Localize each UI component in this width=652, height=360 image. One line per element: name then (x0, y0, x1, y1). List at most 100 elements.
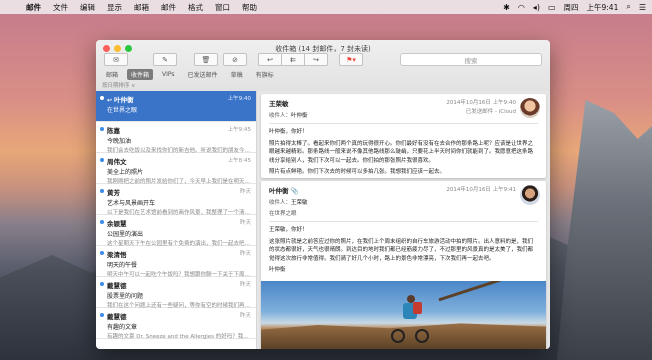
fav-inbox[interactable]: 收件箱 (127, 68, 154, 80)
attached-photo[interactable] (261, 281, 546, 349)
fav-drafts[interactable]: 草稿 (227, 69, 247, 80)
item-date: 上午8:45 (227, 158, 251, 164)
body-greeting: 叶仲衡，你好！ (269, 129, 308, 135)
body-closing: 照片有点鲜艳。你们下次去的时候可以多拍几张。我想我们应该一起去。 (269, 169, 446, 175)
list-item[interactable]: 余颖慧 昨天 公园里的演出 这个星期天下午在公园里有个免费的演出，我们一起去吧，… (96, 215, 256, 247)
list-item[interactable]: 陈嘉 上午9:45 今晚加油 我们会去吃饭以及来找你们的新吉他。听说我们的朋友今… (96, 122, 256, 154)
message-account: 已发送邮件 - iCloud (465, 109, 516, 115)
attachment-icon: 📎 (290, 187, 299, 195)
item-subject: 今晚加油 (107, 138, 132, 145)
body-text: 照片拍得太棒了。看起来你们两个真的玩得很开心。你们最好有没有在去合作的那条路上呢… (269, 140, 534, 164)
unread-dot (100, 282, 104, 286)
item-preview: 有趣的文章 Dr. Sneeze and the Allergies 的好吗？我… (107, 334, 251, 340)
list-item[interactable]: 戴慧德 昨天 股票里的问题 我们在这个问题上还有一些疑问，等你有空的时候我们再讨… (96, 277, 256, 309)
avatar (520, 98, 540, 118)
menu-app[interactable]: 邮件 (20, 2, 47, 13)
menu-help[interactable]: 帮助 (236, 2, 263, 13)
forward-button[interactable]: ↪ (304, 53, 328, 66)
from-name: 叶仲衡 (269, 187, 289, 195)
message-header: 王荣敏 收件人：叶仲衡 2014年10月16日 上午9:40 已发送邮件 - i… (261, 94, 546, 123)
toolbar: ✉ ✎ 🗑 ⊘ ↩ ⇇ ↪ ⚑▾ (104, 53, 363, 66)
item-date: 昨天 (239, 282, 251, 288)
volume-icon[interactable]: ◂) (533, 3, 540, 12)
menu-format[interactable]: 格式 (182, 2, 209, 13)
clock-time[interactable]: 上午9:41 (587, 2, 619, 13)
message-subject: 在世界之眼 (269, 211, 297, 217)
message-card: 王荣敏 收件人：叶仲衡 2014年10月16日 上午9:40 已发送邮件 - i… (261, 94, 546, 178)
get-mail-button[interactable]: ✉ (104, 53, 128, 66)
junk-button[interactable]: ⊘ (223, 53, 247, 66)
unread-dot (100, 189, 104, 193)
menu-edit[interactable]: 编辑 (74, 2, 101, 13)
trash-icon: 🗑 (201, 55, 211, 64)
compose-button[interactable]: ✎ (153, 53, 177, 66)
item-date: 昨天 (239, 189, 251, 195)
bluetooth-icon[interactable]: ✱ (503, 3, 510, 12)
reply-all-button[interactable]: ⇇ (281, 53, 305, 66)
fav-flagged[interactable]: 有旗标 (252, 69, 278, 80)
item-subject: 有趣的文章 (107, 324, 138, 331)
item-date: 上午9:45 (227, 127, 251, 133)
reply-button[interactable]: ↩ (258, 53, 282, 66)
body-greeting: 王荣敏，你好！ (269, 227, 308, 233)
unread-dot (100, 251, 104, 255)
item-subject: 艺术与风景画开车 (107, 200, 156, 207)
wifi-icon[interactable]: ◠ (518, 3, 525, 12)
list-item[interactable]: 周伟文 上午8:45 美全上的照片 我刚刚把之前的照片发给你们了，今天早上我们是… (96, 153, 256, 185)
body-text: 这张照片就是之前答应过你的照片，在我们上个周末组织的自行车旅游活动中拍的照片。出… (269, 238, 534, 262)
menu-window[interactable]: 窗口 (209, 2, 236, 13)
menu-mailbox[interactable]: 邮箱 (128, 2, 155, 13)
item-sender: 叶仲衡 (114, 96, 134, 104)
reply-group: ↩ ⇇ ↪ (258, 53, 328, 66)
menu-view[interactable]: 显示 (101, 2, 128, 13)
battery-icon[interactable]: ▭ (548, 3, 556, 12)
status-area: ✱ ◠ ◂) ▭ 周四 上午9:41 ⌕ ☰ (503, 2, 652, 13)
to-name[interactable]: 王荣敏 (291, 200, 308, 206)
fav-sent[interactable]: 已发送邮件 (184, 69, 222, 80)
envelope-icon: ✉ (113, 55, 119, 64)
flag-icon: ⚑▾ (346, 55, 356, 64)
replied-icon: ↩ (107, 97, 113, 104)
list-item[interactable]: 黄芳 昨天 艺术与风景画开车 以下是我们在艺术馆前看到的画作风景，我整理了一个清… (96, 184, 256, 216)
notification-center-icon[interactable]: ☰ (639, 3, 646, 12)
reply-all-icon: ⇇ (290, 55, 296, 64)
item-date: 上午9:40 (227, 96, 251, 102)
unread-dot (100, 313, 104, 317)
message-date: 2014年10月16日 上午9:41 (446, 187, 516, 193)
body-signature: 叶仲衡 (269, 267, 286, 273)
mail-window: 收件箱 (14 封邮件，7 封未读) ✉ ✎ 🗑 ⊘ ↩ ⇇ ↪ ⚑▾ 搜索 邮… (96, 40, 550, 349)
list-item[interactable]: 戴慧德 昨天 有趣的文章 有趣的文章 Dr. Sneeze and the Al… (96, 308, 256, 340)
junk-icon: ⊘ (232, 55, 238, 64)
favorites-bar: 邮箱 收件箱 VIPs 已发送邮件 草稿 有旗标 (96, 68, 550, 80)
search-placeholder: 搜索 (464, 56, 478, 65)
message-list: ↩ 叶仲衡 上午9:40 在世界之眼 陈嘉 上午9:45 今晚加油 我们会去吃饭以… (96, 91, 257, 349)
item-sender: 黄芳 (107, 189, 120, 197)
message-card: 叶仲衡 📎 收件人：王荣敏 在世界之眼 2014年10月16日 上午9:41 王… (261, 181, 546, 349)
item-date: 昨天 (239, 220, 251, 226)
flag-button[interactable]: ⚑▾ (339, 53, 363, 66)
menu-bar: 邮件 文件 编辑 显示 邮箱 邮件 格式 窗口 帮助 ✱ ◠ ◂) ▭ 周四 上… (0, 0, 652, 14)
fav-vips[interactable]: VIPs (158, 70, 179, 79)
unread-dot (100, 158, 104, 162)
delete-button[interactable]: 🗑 (194, 53, 218, 66)
fav-mailboxes[interactable]: 邮箱 (102, 69, 122, 80)
message-date: 2014年10月16日 上午9:40 (446, 100, 516, 106)
search-input[interactable]: 搜索 (400, 53, 542, 66)
sort-menu[interactable]: 按日期排序 ∨ (96, 80, 262, 90)
clock-day[interactable]: 周四 (564, 2, 579, 13)
message-date-block: 2014年10月16日 上午9:40 已发送邮件 - iCloud (446, 99, 516, 117)
item-sender: 梁清悟 (107, 251, 127, 259)
search-icon[interactable]: ⌕ (626, 2, 630, 12)
menu-message[interactable]: 邮件 (155, 2, 182, 13)
message-header: 叶仲衡 📎 收件人：王荣敏 在世界之眼 2014年10月16日 上午9:41 (261, 181, 546, 221)
photo-cyclist (391, 293, 431, 343)
item-subject: 美全上的照片 (107, 169, 144, 176)
unread-dot (100, 127, 104, 131)
to-name[interactable]: 叶仲衡 (291, 113, 308, 119)
avatar (520, 185, 540, 205)
menu-file[interactable]: 文件 (47, 2, 74, 13)
message-body: 叶仲衡，你好！ 照片拍得太棒了。看起来你们两个真的玩得很开心。你们最好有没有在去… (261, 124, 546, 184)
list-item[interactable]: 梁清悟 昨天 明天的午餐 明天中午可以一起吃个午饭吗？我想跟你聊一下关于下周的那… (96, 246, 256, 278)
reading-pane: 王荣敏 收件人：叶仲衡 2014年10月16日 上午9:40 已发送邮件 - i… (257, 91, 550, 349)
list-item[interactable]: ↩ 叶仲衡 上午9:40 在世界之眼 (96, 91, 256, 122)
